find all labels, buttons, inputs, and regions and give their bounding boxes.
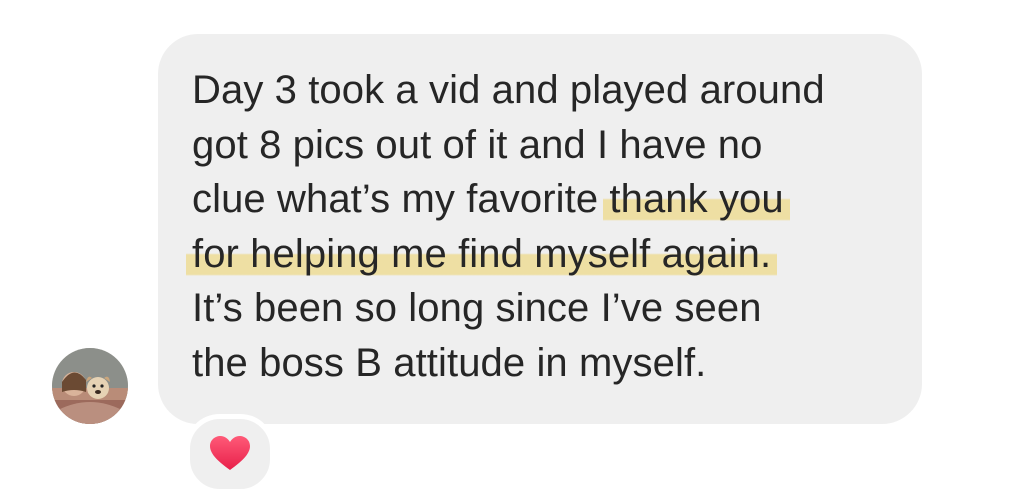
profile-photo <box>52 348 128 424</box>
reaction-badge[interactable] <box>185 414 275 494</box>
sender-avatar[interactable] <box>52 348 128 424</box>
heart-icon <box>210 436 250 470</box>
message-line: for helping me find myself again. <box>186 227 912 282</box>
highlighted-text: thank you <box>603 177 790 221</box>
message-line: It’s been so long since I’ve seen <box>192 286 762 330</box>
message-text: Day 3 took a vid and played around got 8… <box>186 63 912 390</box>
message-line: clue what’s my favorite thank you <box>192 172 912 227</box>
message-line: Day 3 took a vid and played around <box>192 68 825 112</box>
highlighted-text: for helping me find myself again. <box>186 231 778 276</box>
message-line: the boss B attitude in myself. <box>192 340 707 385</box>
message-line: got 8 pics out of it and I have no <box>192 122 763 167</box>
